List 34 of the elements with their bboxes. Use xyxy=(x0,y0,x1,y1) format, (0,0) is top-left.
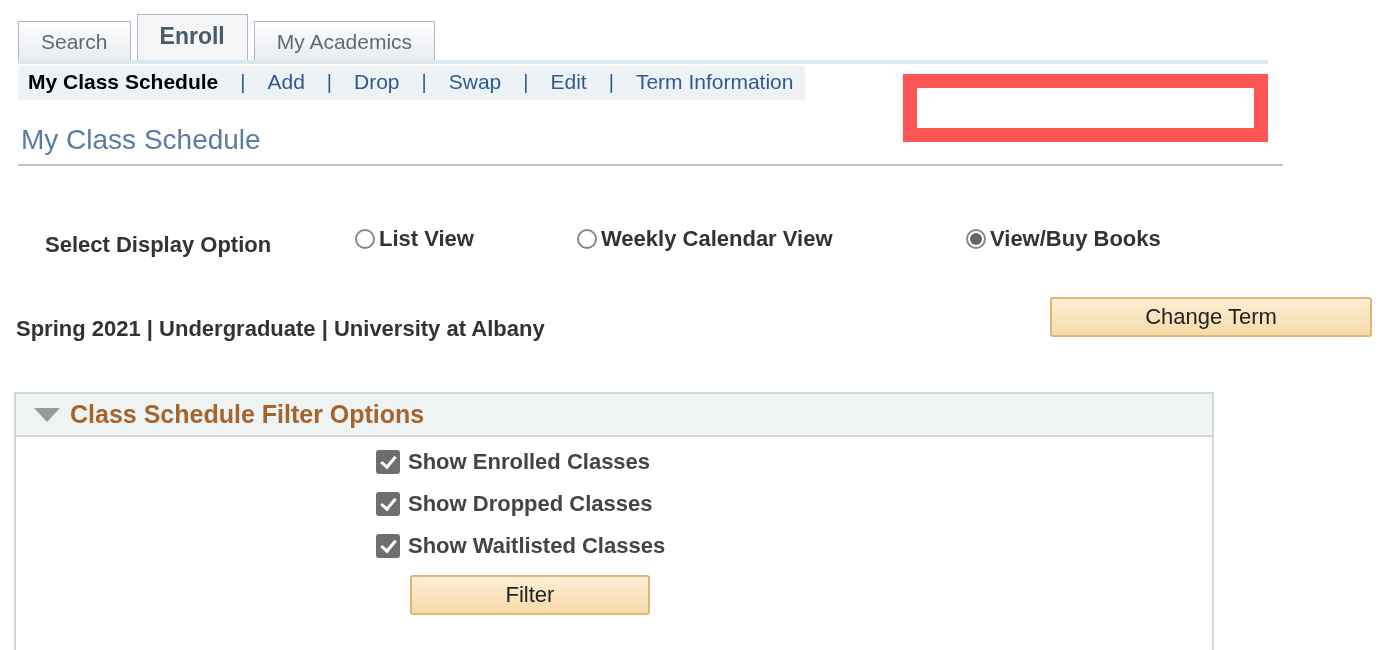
nav-link[interactable]: Drop xyxy=(354,70,400,94)
radio-option[interactable]: Weekly Calendar View xyxy=(577,226,966,252)
separator: | xyxy=(523,70,529,94)
collapse-arrow-icon[interactable] xyxy=(34,407,60,422)
term-info: Spring 2021 | Undergraduate | University at Albany xyxy=(16,316,545,342)
nav-link[interactable]: Edit xyxy=(550,70,587,94)
panel-title: Class Schedule Filter Options xyxy=(70,400,425,429)
separator: | xyxy=(608,70,614,94)
tab[interactable]: Enroll xyxy=(136,14,248,60)
change-term-button[interactable]: Change Term xyxy=(1050,297,1372,337)
checkbox-label: Show Enrolled Classes xyxy=(408,449,651,475)
radio-icon[interactable] xyxy=(355,229,375,249)
checkbox[interactable] xyxy=(376,450,400,474)
filter-button[interactable]: Filter xyxy=(410,575,650,615)
tab[interactable]: My Academics xyxy=(253,21,436,60)
separator: | xyxy=(421,70,427,94)
checkbox-label: Show Dropped Classes xyxy=(408,491,653,517)
tab[interactable]: Search xyxy=(18,21,131,60)
nav-link[interactable]: Term Information xyxy=(635,70,794,94)
radio-icon[interactable] xyxy=(966,229,986,249)
radio-option[interactable]: List View xyxy=(355,226,577,252)
separator: | xyxy=(240,70,246,94)
checkbox[interactable] xyxy=(376,534,400,558)
panel-header[interactable]: Class Schedule Filter Options xyxy=(16,394,1212,437)
nav-link[interactable]: Add xyxy=(267,70,305,94)
radio-icon[interactable] xyxy=(577,229,597,249)
checkbox[interactable] xyxy=(376,492,400,516)
separator: | xyxy=(326,70,333,94)
nav-link[interactable]: Swap xyxy=(448,70,502,94)
display-option-label: Select Display Option xyxy=(45,232,273,258)
checkbox-label: Show Waitlisted Classes xyxy=(408,533,666,559)
radio-label: Weekly Calendar View xyxy=(601,226,833,252)
radio-label: List View xyxy=(379,226,474,252)
current-page-label[interactable]: My Class Schedule xyxy=(28,70,219,94)
